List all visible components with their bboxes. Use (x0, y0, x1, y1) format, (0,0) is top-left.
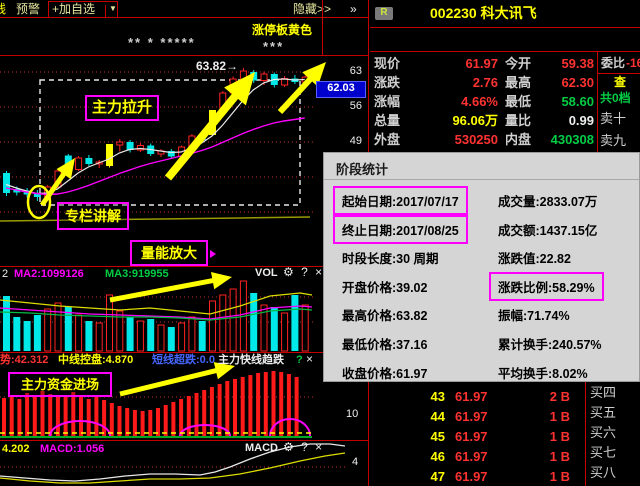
volume-bar-up (55, 303, 61, 351)
price-axis-label: 49 (336, 135, 362, 147)
volume-bar-up (189, 317, 195, 351)
volume-bar-down (199, 321, 206, 351)
fund-trend-value: 势:42.312 (0, 354, 48, 366)
volume-bar-down (127, 317, 134, 351)
fund-close-icon[interactable]: × (306, 353, 313, 366)
volume-bar-up (107, 295, 113, 351)
ma-line-olive (0, 217, 310, 221)
volume-bar-down (34, 315, 41, 351)
macd-value: MACD:1.056 (40, 443, 104, 455)
annotation-pointer-icon (210, 250, 216, 258)
stat-row-right: 成交量:2833.07万 (498, 191, 597, 210)
trend-arrow (168, 87, 243, 178)
popup-title: 阶段统计 (336, 159, 388, 178)
stat-row-right: 涨跌值:22.82 (498, 248, 571, 267)
macd-axis-label: 4 (352, 456, 358, 468)
macd-dea-line (0, 453, 345, 483)
stat-row-right: 振幅:71.74% (498, 305, 570, 324)
stat-row-left: 最高价格:63.82 (342, 305, 427, 324)
volume-bar-down (3, 296, 10, 351)
volume-bar-up (179, 323, 185, 351)
stat-row-left: 收盘价格:61.97 (342, 363, 427, 382)
stat-row-left: 起始日期:2017/07/17 (333, 186, 468, 215)
vol-ma3-value: MA3:919955 (105, 268, 169, 280)
annotation-volume-expand: 量能放大 (130, 240, 208, 266)
stat-row-left: 终止日期:2017/08/25 (333, 215, 468, 244)
volume-bar-down (85, 321, 92, 351)
high-price-callout: 63.82→ (196, 60, 238, 73)
annotation-column-explain: 专栏讲解 (57, 202, 129, 230)
volume-bar-down (271, 307, 278, 351)
vol-ma2-value: MA2:1099126 (14, 268, 84, 280)
candle-down (3, 173, 10, 193)
trend-arrow (110, 279, 220, 300)
stat-row-left: 时段长度:30 周期 (342, 248, 439, 267)
volume-bar-up (76, 315, 82, 351)
trend-arrow-head (211, 272, 232, 289)
trend-arrow (120, 369, 223, 394)
current-price-tag: 62.03 (316, 81, 366, 98)
volume-bar-up (210, 301, 216, 351)
popup-title-divider (324, 179, 639, 180)
fund-axis-label: 10 (346, 408, 358, 420)
volume-bar-up (137, 321, 143, 351)
stat-row-left: 最低价格:37.16 (342, 334, 427, 353)
volume-bar-up (230, 289, 236, 351)
stat-row-right: 累计换手:240.57% (498, 334, 602, 353)
volume-bar-up (302, 305, 308, 351)
price-axis-label: 56 (336, 100, 362, 112)
annotation-pull-up: 主力拉升 (85, 95, 159, 121)
candle-up (261, 74, 267, 81)
app-window: 线 预警 +加自选 ▼ 隐藏>> » ** * ***** 涨停板黄色 *** … (0, 0, 640, 486)
stat-row-right: 成交额:1437.15亿 (498, 220, 597, 239)
price-axis-label: 63 (336, 65, 362, 77)
volume-bar-up (96, 323, 102, 351)
macd-pane-controls-icons[interactable]: ⚙ ? × (283, 441, 324, 454)
vol-ma1-cut: 2 (2, 268, 8, 280)
macd-pane-title: MACD (245, 442, 278, 454)
candle-limit (106, 144, 113, 166)
stage-statistics-window[interactable]: 阶段统计 起始日期:2017/07/17终止日期:2017/08/25 时段长度:… (323, 152, 640, 382)
ma-line-long (6, 118, 305, 195)
candle-up (76, 158, 82, 170)
vol-pane-title: VOL (255, 267, 278, 279)
volume-bar-down (291, 295, 298, 351)
volume-bar-down (13, 317, 20, 351)
fund-midline-value: 中线控盘:4.870 (58, 354, 133, 366)
volume-bar-up (45, 309, 51, 351)
fund-shortline-value: 短线超跌:0.0 (152, 354, 215, 366)
volume-bar-up (282, 313, 288, 351)
volume-bar-up (158, 325, 164, 351)
stat-row-right: 涨跌比例:58.29% (489, 272, 604, 301)
volume-bar-down (168, 327, 175, 351)
candle-down (85, 158, 92, 164)
volume-bar-down (65, 307, 72, 351)
volume-bar-up (220, 295, 226, 351)
stat-row-right: 平均换手:8.02% (498, 363, 588, 382)
candle-up (117, 142, 123, 145)
annotation-main-funds: 主力资金进场 (8, 372, 112, 397)
stat-row-left: 开盘价格:39.02 (342, 277, 427, 296)
fund-pane-title: 主力快线趋跌 (218, 354, 284, 366)
macd-dif-value: 4.202 (2, 443, 30, 455)
fund-help-icon[interactable]: ? (296, 354, 303, 366)
vol-pane-controls-icons[interactable]: ⚙ ? × (283, 266, 324, 279)
volume-bar-down (24, 321, 31, 351)
volume-bar-down (147, 319, 154, 351)
